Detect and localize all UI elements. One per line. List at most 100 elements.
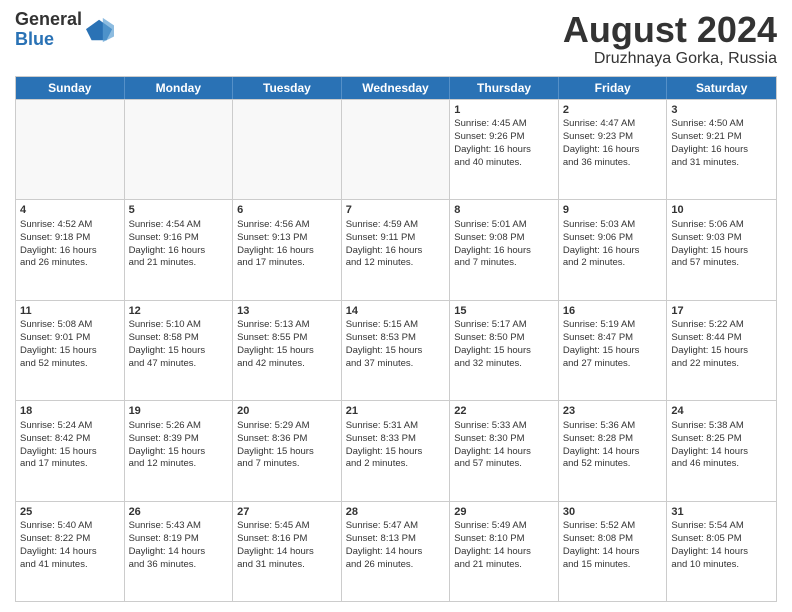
- logo-blue: Blue: [15, 30, 82, 50]
- cell-line: Sunset: 8:28 PM: [563, 433, 663, 446]
- cell-w5-d0: 25Sunrise: 5:40 AMSunset: 8:22 PMDayligh…: [16, 502, 125, 601]
- cell-line: and 57 minutes.: [671, 257, 772, 270]
- cell-line: and 32 minutes.: [454, 358, 554, 371]
- header-sunday: Sunday: [16, 77, 125, 99]
- day-number: 26: [129, 505, 229, 520]
- cell-line: Sunrise: 4:52 AM: [20, 219, 120, 232]
- cell-w1-d2: [233, 100, 342, 199]
- cell-line: Daylight: 14 hours: [454, 446, 554, 459]
- cell-line: Daylight: 14 hours: [454, 546, 554, 559]
- day-number: 21: [346, 404, 446, 419]
- cell-line: Daylight: 15 hours: [671, 245, 772, 258]
- cell-line: Sunrise: 5:29 AM: [237, 420, 337, 433]
- cell-w5-d4: 29Sunrise: 5:49 AMSunset: 8:10 PMDayligh…: [450, 502, 559, 601]
- day-number: 29: [454, 505, 554, 520]
- header-wednesday: Wednesday: [342, 77, 451, 99]
- calendar-body: 1Sunrise: 4:45 AMSunset: 9:26 PMDaylight…: [16, 99, 776, 601]
- cell-line: Daylight: 16 hours: [563, 144, 663, 157]
- cell-line: and 2 minutes.: [563, 257, 663, 270]
- cell-line: Daylight: 14 hours: [129, 546, 229, 559]
- cell-line: Daylight: 14 hours: [563, 546, 663, 559]
- cell-line: Daylight: 16 hours: [671, 144, 772, 157]
- cell-w2-d5: 9Sunrise: 5:03 AMSunset: 9:06 PMDaylight…: [559, 200, 668, 299]
- cell-line: Sunrise: 5:26 AM: [129, 420, 229, 433]
- cell-line: Sunrise: 5:13 AM: [237, 319, 337, 332]
- cell-line: and 41 minutes.: [20, 559, 120, 572]
- day-number: 30: [563, 505, 663, 520]
- cell-line: Sunrise: 5:22 AM: [671, 319, 772, 332]
- cell-line: Daylight: 14 hours: [237, 546, 337, 559]
- cell-line: Daylight: 16 hours: [129, 245, 229, 258]
- cell-line: Sunset: 8:55 PM: [237, 332, 337, 345]
- day-number: 25: [20, 505, 120, 520]
- header-monday: Monday: [125, 77, 234, 99]
- cell-line: Daylight: 15 hours: [346, 446, 446, 459]
- cell-line: and 31 minutes.: [237, 559, 337, 572]
- day-number: 1: [454, 103, 554, 118]
- cell-line: Sunset: 8:53 PM: [346, 332, 446, 345]
- cell-line: and 17 minutes.: [237, 257, 337, 270]
- cell-line: and 27 minutes.: [563, 358, 663, 371]
- cell-line: Daylight: 16 hours: [454, 245, 554, 258]
- day-number: 28: [346, 505, 446, 520]
- cell-line: Sunset: 8:30 PM: [454, 433, 554, 446]
- cell-w4-d1: 19Sunrise: 5:26 AMSunset: 8:39 PMDayligh…: [125, 401, 234, 500]
- cell-line: and 26 minutes.: [346, 559, 446, 572]
- header-tuesday: Tuesday: [233, 77, 342, 99]
- cell-line: Daylight: 15 hours: [671, 345, 772, 358]
- cell-line: Sunset: 9:13 PM: [237, 232, 337, 245]
- cell-w1-d1: [125, 100, 234, 199]
- cell-line: Daylight: 16 hours: [454, 144, 554, 157]
- cell-w2-d6: 10Sunrise: 5:06 AMSunset: 9:03 PMDayligh…: [667, 200, 776, 299]
- cell-line: Sunrise: 5:52 AM: [563, 520, 663, 533]
- cell-line: Sunrise: 5:45 AM: [237, 520, 337, 533]
- cell-line: Sunrise: 4:50 AM: [671, 118, 772, 131]
- cell-line: Sunset: 9:26 PM: [454, 131, 554, 144]
- cell-w2-d3: 7Sunrise: 4:59 AMSunset: 9:11 PMDaylight…: [342, 200, 451, 299]
- cell-line: Sunrise: 5:40 AM: [20, 520, 120, 533]
- cell-w3-d6: 17Sunrise: 5:22 AMSunset: 8:44 PMDayligh…: [667, 301, 776, 400]
- cell-line: Daylight: 16 hours: [237, 245, 337, 258]
- day-number: 14: [346, 304, 446, 319]
- cell-line: Sunrise: 5:08 AM: [20, 319, 120, 332]
- cell-line: Sunrise: 4:54 AM: [129, 219, 229, 232]
- cell-line: and 21 minutes.: [454, 559, 554, 572]
- cell-line: Sunrise: 5:15 AM: [346, 319, 446, 332]
- day-number: 12: [129, 304, 229, 319]
- day-number: 7: [346, 203, 446, 218]
- cell-line: and 40 minutes.: [454, 157, 554, 170]
- cell-w2-d1: 5Sunrise: 4:54 AMSunset: 9:16 PMDaylight…: [125, 200, 234, 299]
- cell-line: Daylight: 14 hours: [671, 446, 772, 459]
- calendar-header-row: Sunday Monday Tuesday Wednesday Thursday…: [16, 77, 776, 99]
- cell-line: Sunset: 8:58 PM: [129, 332, 229, 345]
- cell-line: Sunrise: 5:19 AM: [563, 319, 663, 332]
- main-title: August 2024: [563, 10, 777, 50]
- cell-line: Daylight: 15 hours: [454, 345, 554, 358]
- cell-w4-d3: 21Sunrise: 5:31 AMSunset: 8:33 PMDayligh…: [342, 401, 451, 500]
- day-number: 9: [563, 203, 663, 218]
- logo-general: General: [15, 10, 82, 30]
- cell-line: and 57 minutes.: [454, 458, 554, 471]
- cell-line: Sunset: 8:44 PM: [671, 332, 772, 345]
- cell-line: Sunrise: 5:36 AM: [563, 420, 663, 433]
- cell-line: Sunset: 9:06 PM: [563, 232, 663, 245]
- cell-w5-d3: 28Sunrise: 5:47 AMSunset: 8:13 PMDayligh…: [342, 502, 451, 601]
- cell-line: Sunset: 8:22 PM: [20, 533, 120, 546]
- cell-w3-d1: 12Sunrise: 5:10 AMSunset: 8:58 PMDayligh…: [125, 301, 234, 400]
- cell-line: Daylight: 16 hours: [346, 245, 446, 258]
- day-number: 3: [671, 103, 772, 118]
- cell-line: Sunrise: 5:54 AM: [671, 520, 772, 533]
- day-number: 20: [237, 404, 337, 419]
- cell-line: and 52 minutes.: [563, 458, 663, 471]
- week-2: 4Sunrise: 4:52 AMSunset: 9:18 PMDaylight…: [16, 199, 776, 299]
- header-saturday: Saturday: [667, 77, 776, 99]
- cell-line: and 7 minutes.: [454, 257, 554, 270]
- cell-w5-d6: 31Sunrise: 5:54 AMSunset: 8:05 PMDayligh…: [667, 502, 776, 601]
- cell-line: and 21 minutes.: [129, 257, 229, 270]
- cell-line: Sunrise: 4:56 AM: [237, 219, 337, 232]
- cell-line: Sunset: 9:18 PM: [20, 232, 120, 245]
- day-number: 11: [20, 304, 120, 319]
- cell-line: Sunset: 8:25 PM: [671, 433, 772, 446]
- cell-line: Sunset: 9:21 PM: [671, 131, 772, 144]
- cell-w4-d2: 20Sunrise: 5:29 AMSunset: 8:36 PMDayligh…: [233, 401, 342, 500]
